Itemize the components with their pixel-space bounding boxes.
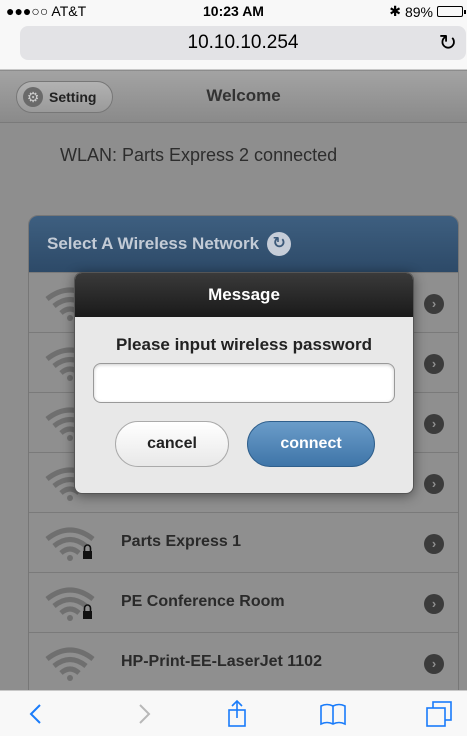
reload-icon[interactable]: ↻ bbox=[439, 26, 457, 60]
web-page: ⚙ Setting Welcome WLAN: Parts Express 2 … bbox=[0, 71, 467, 690]
network-row[interactable]: HP-Print-EE-LaserJet 1102 › bbox=[29, 632, 458, 690]
url-field[interactable]: 10.10.10.254 bbox=[20, 26, 466, 60]
share-icon[interactable] bbox=[222, 699, 252, 729]
wlan-status-text: WLAN: Parts Express 2 connected bbox=[60, 145, 338, 165]
cancel-button[interactable]: cancel bbox=[115, 421, 229, 467]
status-bar: ●●●○○ AT&T 10:23 AM ✱ 89% bbox=[0, 0, 467, 22]
network-panel-header: Select A Wireless Network ↻ bbox=[29, 216, 458, 272]
refresh-icon[interactable]: ↻ bbox=[267, 232, 292, 256]
bluetooth-icon: ✱ bbox=[389, 3, 401, 19]
bookmarks-icon[interactable] bbox=[318, 699, 348, 729]
page-header: ⚙ Setting Welcome bbox=[0, 71, 467, 123]
chevron-right-icon: › bbox=[424, 534, 444, 554]
wifi-icon bbox=[45, 527, 95, 561]
chevron-right-icon: › bbox=[424, 654, 444, 674]
page-title: Welcome bbox=[206, 86, 281, 105]
address-bar: 10.10.10.254 ↻ bbox=[0, 22, 467, 70]
wifi-icon bbox=[45, 587, 95, 621]
network-panel-title: Select A Wireless Network bbox=[47, 234, 260, 253]
network-row[interactable]: PE Conference Room › bbox=[29, 572, 458, 632]
dialog-title: Message bbox=[75, 273, 413, 317]
password-input[interactable] bbox=[93, 363, 395, 403]
network-name: PE Conference Room bbox=[121, 593, 285, 610]
message-dialog: Message Please input wireless password c… bbox=[74, 272, 414, 494]
chevron-right-icon: › bbox=[424, 594, 444, 614]
dialog-message: Please input wireless password bbox=[115, 335, 373, 354]
chevron-right-icon: › bbox=[424, 294, 444, 314]
connect-button[interactable]: connect bbox=[247, 421, 375, 467]
chevron-right-icon: › bbox=[424, 474, 444, 494]
tabs-icon[interactable] bbox=[424, 699, 454, 729]
network-row[interactable]: Parts Express 1 › bbox=[29, 512, 458, 572]
chevron-right-icon: › bbox=[424, 354, 444, 374]
browser-toolbar bbox=[0, 690, 467, 736]
status-right: ✱ 89% bbox=[389, 3, 466, 20]
forward-icon[interactable] bbox=[128, 699, 158, 729]
network-name: Parts Express 1 bbox=[121, 533, 242, 550]
chevron-right-icon: › bbox=[424, 414, 444, 434]
battery-icon bbox=[437, 6, 466, 17]
back-icon[interactable] bbox=[22, 699, 52, 729]
battery-percent: 89% bbox=[404, 3, 433, 20]
network-name: HP-Print-EE-LaserJet 1102 bbox=[121, 653, 322, 670]
wifi-icon bbox=[45, 647, 95, 681]
